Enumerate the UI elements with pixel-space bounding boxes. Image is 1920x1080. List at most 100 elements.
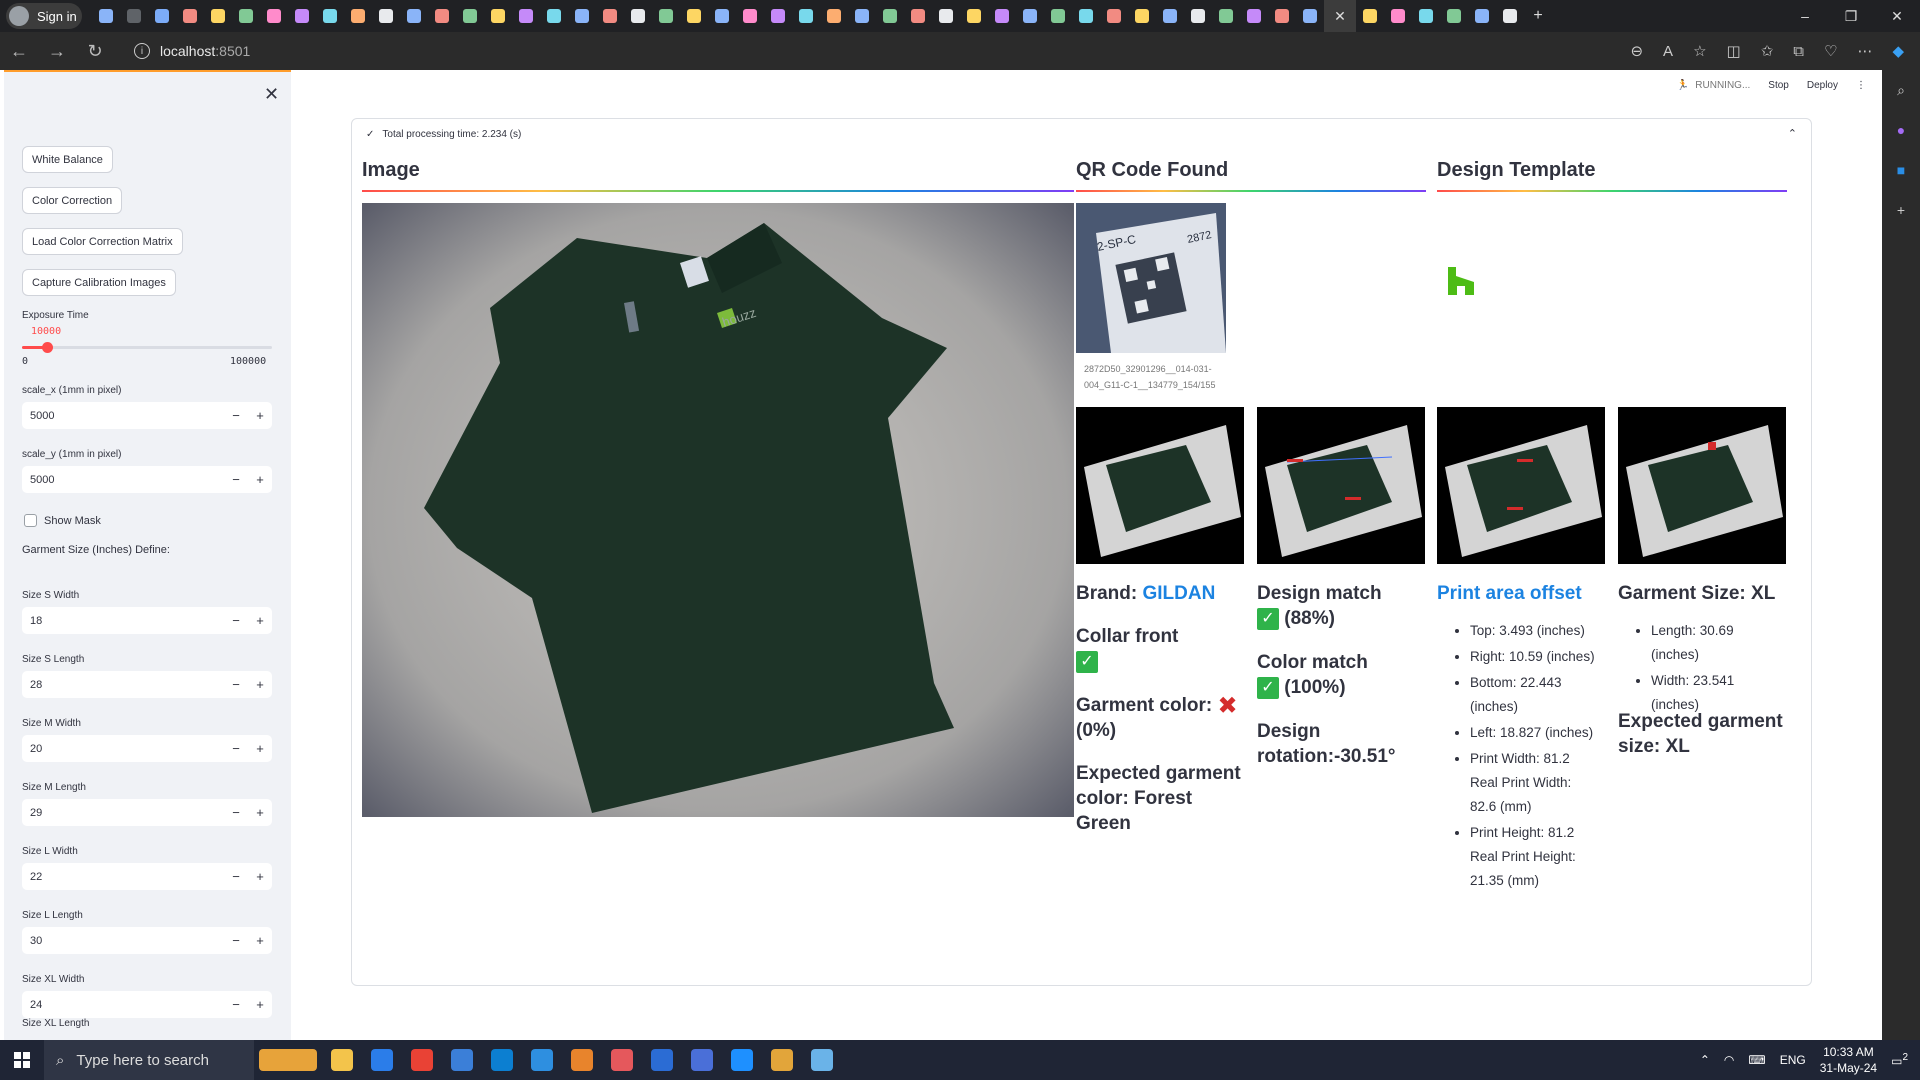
browser-tab[interactable] bbox=[904, 0, 932, 32]
taskbar-app-icon[interactable] bbox=[722, 1040, 762, 1080]
language-indicator[interactable]: ENG bbox=[1780, 1053, 1806, 1067]
size-field-input[interactable]: 20− + bbox=[22, 735, 272, 762]
browser-tab[interactable] bbox=[680, 0, 708, 32]
decrement-icon[interactable]: − bbox=[224, 613, 248, 628]
collapse-chevron-icon[interactable]: ⌃ bbox=[1788, 127, 1797, 140]
decrement-icon[interactable]: − bbox=[224, 677, 248, 692]
shopping-icon[interactable]: ● bbox=[1882, 110, 1920, 150]
capture-calibration-button[interactable]: Capture Calibration Images bbox=[22, 269, 176, 296]
browser-tab[interactable] bbox=[344, 0, 372, 32]
browser-tab[interactable] bbox=[120, 0, 148, 32]
browser-tab[interactable] bbox=[1356, 0, 1384, 32]
browser-tab[interactable] bbox=[1268, 0, 1296, 32]
browser-tab[interactable] bbox=[540, 0, 568, 32]
browser-tab[interactable] bbox=[876, 0, 904, 32]
taskbar-app-icon[interactable] bbox=[802, 1040, 842, 1080]
decrement-icon[interactable]: − bbox=[224, 805, 248, 820]
browser-tab[interactable] bbox=[288, 0, 316, 32]
taskbar-app-icon[interactable] bbox=[522, 1040, 562, 1080]
browser-tab[interactable] bbox=[624, 0, 652, 32]
taskbar-app-icon[interactable] bbox=[562, 1040, 602, 1080]
browser-tab[interactable] bbox=[1412, 0, 1440, 32]
color-correction-button[interactable]: Color Correction bbox=[22, 187, 123, 214]
decrement-icon[interactable]: − bbox=[224, 741, 248, 756]
increment-icon[interactable]: + bbox=[248, 613, 272, 628]
browser-tab[interactable] bbox=[92, 0, 120, 32]
taskbar-app-icon[interactable] bbox=[602, 1040, 642, 1080]
browser-tab[interactable] bbox=[652, 0, 680, 32]
browser-tab[interactable] bbox=[400, 0, 428, 32]
increment-icon[interactable]: + bbox=[248, 408, 272, 423]
taskbar-app-icon[interactable] bbox=[682, 1040, 722, 1080]
close-tab-icon[interactable]: ✕ bbox=[1329, 8, 1351, 25]
increment-icon[interactable]: + bbox=[248, 933, 272, 948]
zoom-icon[interactable]: ⊖ bbox=[1630, 42, 1643, 60]
exposure-slider[interactable] bbox=[22, 342, 272, 353]
browser-tab[interactable] bbox=[428, 0, 456, 32]
browser-tab[interactable] bbox=[792, 0, 820, 32]
browser-tab[interactable] bbox=[1468, 0, 1496, 32]
increment-icon[interactable]: + bbox=[248, 677, 272, 692]
browser-tab[interactable] bbox=[1128, 0, 1156, 32]
tray-chevron-icon[interactable]: ⌃ bbox=[1700, 1053, 1710, 1067]
browser-tab[interactable] bbox=[568, 0, 596, 32]
size-field-input[interactable]: 28− + bbox=[22, 671, 272, 698]
read-aloud-icon[interactable]: A bbox=[1663, 43, 1673, 60]
decrement-icon[interactable]: − bbox=[224, 869, 248, 884]
scale-y-input[interactable]: 5000 − + bbox=[22, 466, 272, 493]
active-tab[interactable]: ✕ bbox=[1324, 0, 1356, 32]
increment-icon[interactable]: + bbox=[248, 741, 272, 756]
taskbar-app-icon[interactable] bbox=[442, 1040, 482, 1080]
browser-tab[interactable] bbox=[736, 0, 764, 32]
copilot-icon[interactable]: ◆ bbox=[1892, 42, 1904, 60]
browser-tab[interactable] bbox=[960, 0, 988, 32]
close-sidebar-icon[interactable]: ✕ bbox=[264, 84, 279, 105]
notification-icon[interactable]: ▭2 bbox=[1891, 1052, 1908, 1068]
browser-tab[interactable] bbox=[932, 0, 960, 32]
size-field-input[interactable]: 22− + bbox=[22, 863, 272, 890]
close-window-icon[interactable]: ✕ bbox=[1874, 0, 1920, 32]
taskbar-app-icon[interactable] bbox=[762, 1040, 802, 1080]
browser-tab[interactable] bbox=[1496, 0, 1524, 32]
decrement-icon[interactable]: − bbox=[224, 472, 248, 487]
site-info-icon[interactable]: i bbox=[134, 43, 150, 59]
increment-icon[interactable]: + bbox=[248, 997, 272, 1012]
decrement-icon[interactable]: − bbox=[224, 933, 248, 948]
size-field-value[interactable]: 24 bbox=[22, 999, 224, 1011]
size-field-value[interactable]: 28 bbox=[22, 679, 224, 691]
white-balance-button[interactable]: White Balance bbox=[22, 146, 113, 173]
browser-tab[interactable] bbox=[1100, 0, 1128, 32]
url-field[interactable]: i localhost:8501 bbox=[122, 36, 1602, 66]
browser-tab[interactable] bbox=[372, 0, 400, 32]
taskbar-app-icon[interactable] bbox=[362, 1040, 402, 1080]
new-tab-icon[interactable]: + bbox=[1524, 0, 1552, 32]
decrement-icon[interactable]: − bbox=[224, 408, 248, 423]
browser-tab[interactable] bbox=[484, 0, 512, 32]
outlook-icon[interactable]: ■ bbox=[1882, 150, 1920, 190]
browser-tab[interactable] bbox=[1072, 0, 1100, 32]
taskbar-app-icon[interactable] bbox=[482, 1040, 522, 1080]
size-field-value[interactable]: 20 bbox=[22, 743, 224, 755]
taskbar-app-icon[interactable] bbox=[642, 1040, 682, 1080]
size-field-value[interactable]: 29 bbox=[22, 807, 224, 819]
size-field-input[interactable]: 18− + bbox=[22, 607, 272, 634]
keyboard-icon[interactable]: ⌨ bbox=[1748, 1053, 1765, 1067]
browser-tab[interactable] bbox=[820, 0, 848, 32]
restore-icon[interactable]: ❐ bbox=[1828, 0, 1874, 32]
add-icon[interactable]: + bbox=[1882, 190, 1920, 230]
browser-tab[interactable] bbox=[988, 0, 1016, 32]
collections-icon[interactable]: ⧉ bbox=[1793, 43, 1804, 60]
signin-button[interactable]: Sign in bbox=[6, 3, 82, 29]
browser-tab[interactable] bbox=[1044, 0, 1072, 32]
browser-tab[interactable] bbox=[204, 0, 232, 32]
browser-tab[interactable] bbox=[148, 0, 176, 32]
taskbar-app-icon[interactable] bbox=[322, 1040, 362, 1080]
browser-tab[interactable] bbox=[1016, 0, 1044, 32]
show-mask-checkbox[interactable] bbox=[24, 514, 37, 527]
deploy-button[interactable]: Deploy bbox=[1807, 80, 1838, 91]
favorites-icon[interactable]: ✩ bbox=[1761, 42, 1774, 60]
minimize-icon[interactable]: – bbox=[1782, 0, 1828, 32]
increment-icon[interactable]: + bbox=[248, 805, 272, 820]
browser-tab[interactable] bbox=[1440, 0, 1468, 32]
split-screen-icon[interactable]: ◫ bbox=[1727, 42, 1741, 60]
